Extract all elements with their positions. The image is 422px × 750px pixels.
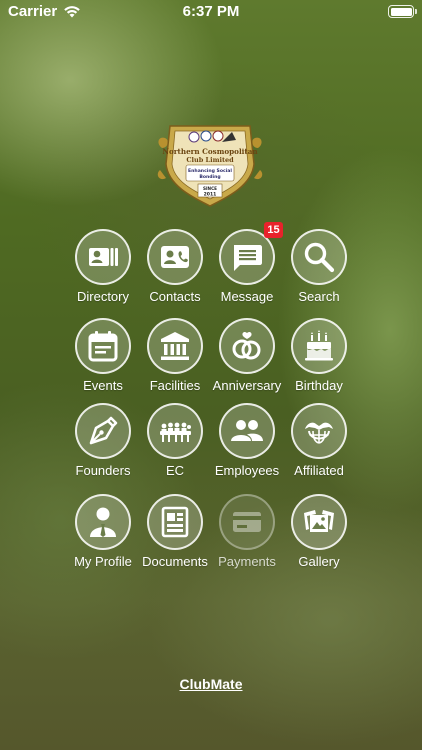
contacts-icon — [161, 246, 189, 268]
employees-button[interactable] — [219, 403, 275, 459]
documents-button[interactable] — [147, 494, 203, 550]
search-button[interactable] — [291, 229, 347, 285]
my-profile-button[interactable] — [75, 494, 131, 550]
ec-button[interactable] — [147, 403, 203, 459]
affiliated-button[interactable] — [291, 403, 347, 459]
tile-gallery[interactable]: Gallery — [277, 494, 361, 569]
profile-icon — [90, 507, 116, 537]
bank-icon — [161, 332, 189, 360]
cake-icon — [305, 330, 333, 361]
pen-nib-icon — [89, 416, 118, 445]
globe-handshake-icon — [305, 422, 333, 444]
anniversary-button[interactable] — [219, 318, 275, 374]
tile-affiliated[interactable]: Affiliated — [277, 403, 361, 478]
payments-button[interactable] — [219, 494, 275, 550]
events-button[interactable] — [75, 318, 131, 374]
clubmate-link[interactable]: ClubMate — [0, 676, 422, 692]
founders-button[interactable] — [75, 403, 131, 459]
message-button[interactable]: 15 — [219, 222, 283, 285]
card-icon — [233, 512, 261, 532]
tile-label-search: Search — [298, 289, 340, 304]
contacts-button[interactable] — [147, 229, 203, 285]
gallery-icon — [304, 510, 334, 532]
tile-label-affiliated: Affiliated — [294, 463, 344, 478]
tile-birthday[interactable]: Birthday — [277, 318, 361, 393]
tile-search[interactable]: Search — [277, 229, 361, 304]
documents-icon — [161, 506, 189, 538]
calendar-icon — [88, 331, 118, 362]
birthday-button[interactable] — [291, 318, 347, 374]
meeting-icon — [160, 422, 191, 442]
directory-icon — [89, 248, 118, 266]
tile-label-birthday: Birthday — [295, 378, 343, 393]
search-icon — [304, 242, 335, 273]
people-icon — [231, 420, 263, 441]
rings-icon — [232, 331, 261, 360]
menu-grid: Directory Contacts 15 Message Search Eve… — [0, 0, 422, 750]
facilities-button[interactable] — [147, 318, 203, 374]
directory-button[interactable] — [75, 229, 131, 285]
tile-label-gallery: Gallery — [298, 554, 340, 569]
gallery-button[interactable] — [291, 494, 347, 550]
message-icon — [234, 245, 262, 271]
